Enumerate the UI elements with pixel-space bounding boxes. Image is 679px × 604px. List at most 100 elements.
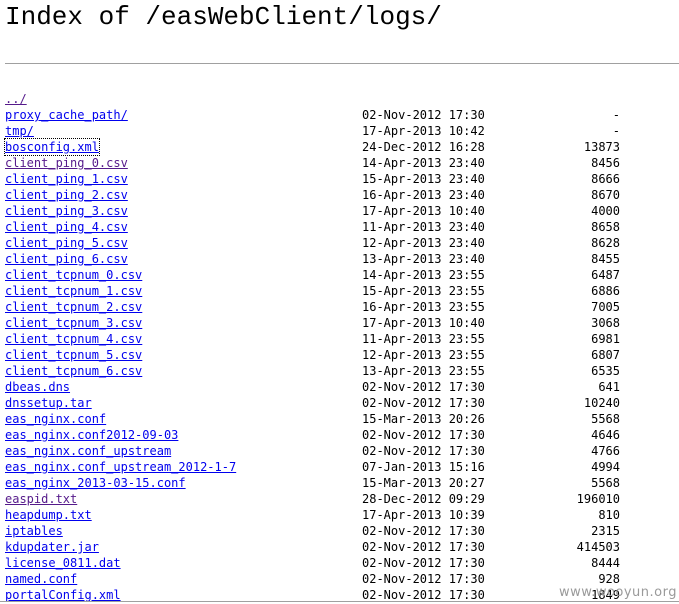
file-row: eas_nginx.conf_upstream 02-Nov-2012 17:3… (5, 443, 620, 459)
file-modified-date: 02-Nov-2012 17:30 (362, 556, 485, 570)
file-size: 641 (598, 380, 620, 394)
file-modified-date: 02-Nov-2012 17:30 (362, 380, 485, 394)
file-size: 6981 (591, 332, 620, 346)
file-link[interactable]: eas_nginx.conf2012-09-03 (5, 427, 178, 443)
file-row: heapdump.txt 17-Apr-2013 10:39 810 (5, 507, 620, 523)
file-link[interactable]: license_0811.dat (5, 555, 121, 571)
file-row: dbeas.dns 02-Nov-2012 17:30 641 (5, 379, 620, 395)
file-row: client_tcpnum_1.csv 15-Apr-2013 23:55 68… (5, 283, 620, 299)
file-row: client_tcpnum_3.csv 17-Apr-2013 10:40 30… (5, 315, 620, 331)
parent-directory-row: ../ (5, 91, 620, 107)
file-link[interactable]: client_ping_3.csv (5, 203, 128, 219)
watermark: www.wooyun.org (558, 585, 677, 600)
file-link[interactable]: client_ping_2.csv (5, 187, 128, 203)
file-link[interactable]: dbeas.dns (5, 379, 70, 395)
file-row: tmp/ 17-Apr-2013 10:42 - (5, 123, 620, 139)
file-size: 414503 (576, 540, 620, 554)
file-size: - (612, 124, 620, 138)
file-size: 4646 (591, 428, 620, 442)
file-link[interactable]: client_ping_0.csv (5, 155, 128, 171)
file-link[interactable]: client_ping_5.csv (5, 235, 128, 251)
file-size: 8666 (591, 172, 620, 186)
file-modified-date: 02-Nov-2012 17:30 (362, 540, 485, 554)
file-size: 8658 (591, 220, 620, 234)
file-modified-date: 02-Nov-2012 17:30 (362, 428, 485, 442)
file-size: 6807 (591, 348, 620, 362)
file-link[interactable]: client_ping_1.csv (5, 171, 128, 187)
file-link[interactable]: named.conf (5, 571, 77, 587)
file-size: 6886 (591, 284, 620, 298)
file-row: eas_nginx_2013-03-15.conf 15-Mar-2013 20… (5, 475, 620, 491)
file-link[interactable]: client_tcpnum_6.csv (5, 363, 142, 379)
file-row: client_tcpnum_4.csv 11-Apr-2013 23:55 69… (5, 331, 620, 347)
file-link[interactable]: eas_nginx.conf (5, 411, 106, 427)
file-size: 7005 (591, 300, 620, 314)
file-row: client_tcpnum_6.csv 13-Apr-2013 23:55 65… (5, 363, 620, 379)
file-size: 10240 (583, 396, 620, 410)
file-link[interactable]: client_tcpnum_0.csv (5, 267, 142, 283)
file-link[interactable]: client_tcpnum_2.csv (5, 299, 142, 315)
file-modified-date: 17-Apr-2013 10:39 (362, 508, 485, 522)
file-row: client_ping_4.csv 11-Apr-2013 23:40 8658 (5, 219, 620, 235)
file-link[interactable]: tmp/ (5, 123, 34, 139)
file-link[interactable]: easpid.txt (5, 491, 77, 507)
file-modified-date: 13-Apr-2013 23:40 (362, 252, 485, 266)
file-link[interactable]: iptables (5, 523, 63, 539)
file-size: 5568 (591, 412, 620, 426)
file-modified-date: 15-Apr-2013 23:55 (362, 284, 485, 298)
file-row: proxy_cache_path/ 02-Nov-2012 17:30 - (5, 107, 620, 123)
file-row: client_tcpnum_0.csv 14-Apr-2013 23:55 64… (5, 267, 620, 283)
file-size: 6487 (591, 268, 620, 282)
file-row: named.conf 02-Nov-2012 17:30 928 (5, 571, 620, 587)
file-link[interactable]: kdupdater.jar (5, 539, 99, 555)
file-size: 4766 (591, 444, 620, 458)
file-link[interactable]: client_ping_6.csv (5, 251, 128, 267)
file-link[interactable]: proxy_cache_path/ (5, 107, 128, 123)
file-modified-date: 12-Apr-2013 23:40 (362, 236, 485, 250)
file-size: 810 (598, 508, 620, 522)
file-modified-date: 02-Nov-2012 17:30 (362, 108, 485, 122)
file-link[interactable]: dnssetup.tar (5, 395, 92, 411)
file-modified-date: 16-Apr-2013 23:40 (362, 188, 485, 202)
file-row: client_ping_5.csv 12-Apr-2013 23:40 8628 (5, 235, 620, 251)
file-size: 13873 (583, 140, 620, 154)
file-link[interactable]: client_tcpnum_4.csv (5, 331, 142, 347)
file-modified-date: 14-Apr-2013 23:55 (362, 268, 485, 282)
file-modified-date: 02-Nov-2012 17:30 (362, 444, 485, 458)
file-size: 8444 (591, 556, 620, 570)
file-row: client_ping_6.csv 13-Apr-2013 23:40 8455 (5, 251, 620, 267)
file-link[interactable]: client_tcpnum_3.csv (5, 315, 142, 331)
parent-directory-link[interactable]: ../ (5, 91, 27, 107)
file-row: client_tcpnum_2.csv 16-Apr-2013 23:55 70… (5, 299, 620, 315)
file-size: 3068 (591, 316, 620, 330)
file-link[interactable]: bosconfig.xml (4, 138, 100, 156)
file-row: kdupdater.jar 02-Nov-2012 17:30 414503 (5, 539, 620, 555)
file-link[interactable]: client_tcpnum_1.csv (5, 283, 142, 299)
file-link[interactable]: client_ping_4.csv (5, 219, 128, 235)
file-row: client_tcpnum_5.csv 12-Apr-2013 23:55 68… (5, 347, 620, 363)
file-row: eas_nginx.conf2012-09-03 02-Nov-2012 17:… (5, 427, 620, 443)
file-link[interactable]: eas_nginx_2013-03-15.conf (5, 475, 186, 491)
file-modified-date: 15-Mar-2013 20:26 (362, 412, 485, 426)
file-row: iptables 02-Nov-2012 17:30 2315 (5, 523, 620, 539)
file-modified-date: 17-Apr-2013 10:40 (362, 204, 485, 218)
file-modified-date: 11-Apr-2013 23:40 (362, 220, 485, 234)
file-modified-date: 02-Nov-2012 17:30 (362, 396, 485, 410)
file-size: - (612, 108, 620, 122)
file-row: client_ping_1.csv 15-Apr-2013 23:40 8666 (5, 171, 620, 187)
file-listing: ../ proxy_cache_path/ 02-Nov-2012 17:30 … (4, 91, 620, 603)
file-link[interactable]: eas_nginx.conf_upstream (5, 443, 171, 459)
title-divider (5, 63, 679, 64)
file-modified-date: 14-Apr-2013 23:40 (362, 156, 485, 170)
file-size: 4000 (591, 204, 620, 218)
file-link[interactable]: heapdump.txt (5, 507, 92, 523)
file-size: 4994 (591, 460, 620, 474)
file-modified-date: 02-Nov-2012 17:30 (362, 524, 485, 538)
file-size: 6535 (591, 364, 620, 378)
file-row: bosconfig.xml 24-Dec-2012 16:28 13873 (4, 138, 620, 156)
file-modified-date: 13-Apr-2013 23:55 (362, 364, 485, 378)
file-link[interactable]: eas_nginx.conf_upstream_2012-1-7 (5, 459, 236, 475)
file-modified-date: 15-Apr-2013 23:40 (362, 172, 485, 186)
file-modified-date: 15-Mar-2013 20:27 (362, 476, 485, 490)
file-link[interactable]: client_tcpnum_5.csv (5, 347, 142, 363)
